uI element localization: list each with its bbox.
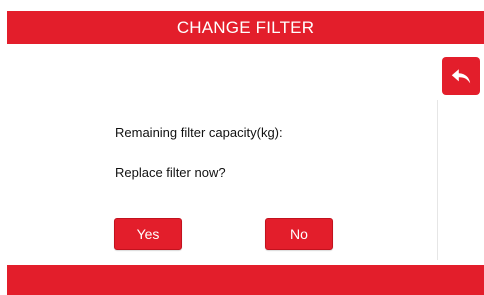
title-bar: CHANGE FILTER [7,11,484,44]
back-arrow-icon [449,64,473,88]
replace-filter-question: Replace filter now? [115,165,226,180]
no-button-label: No [290,226,308,242]
yes-button[interactable]: Yes [114,218,182,250]
back-button[interactable] [442,57,480,95]
remaining-capacity-label: Remaining filter capacity(kg): [115,125,283,140]
yes-button-label: Yes [136,226,160,242]
page-title: CHANGE FILTER [176,18,315,37]
change-filter-screen: CHANGE FILTER Remaining filter capacity(… [0,0,484,295]
no-button[interactable]: No [265,218,333,250]
footer-bar [7,265,484,295]
side-divider [437,100,438,260]
